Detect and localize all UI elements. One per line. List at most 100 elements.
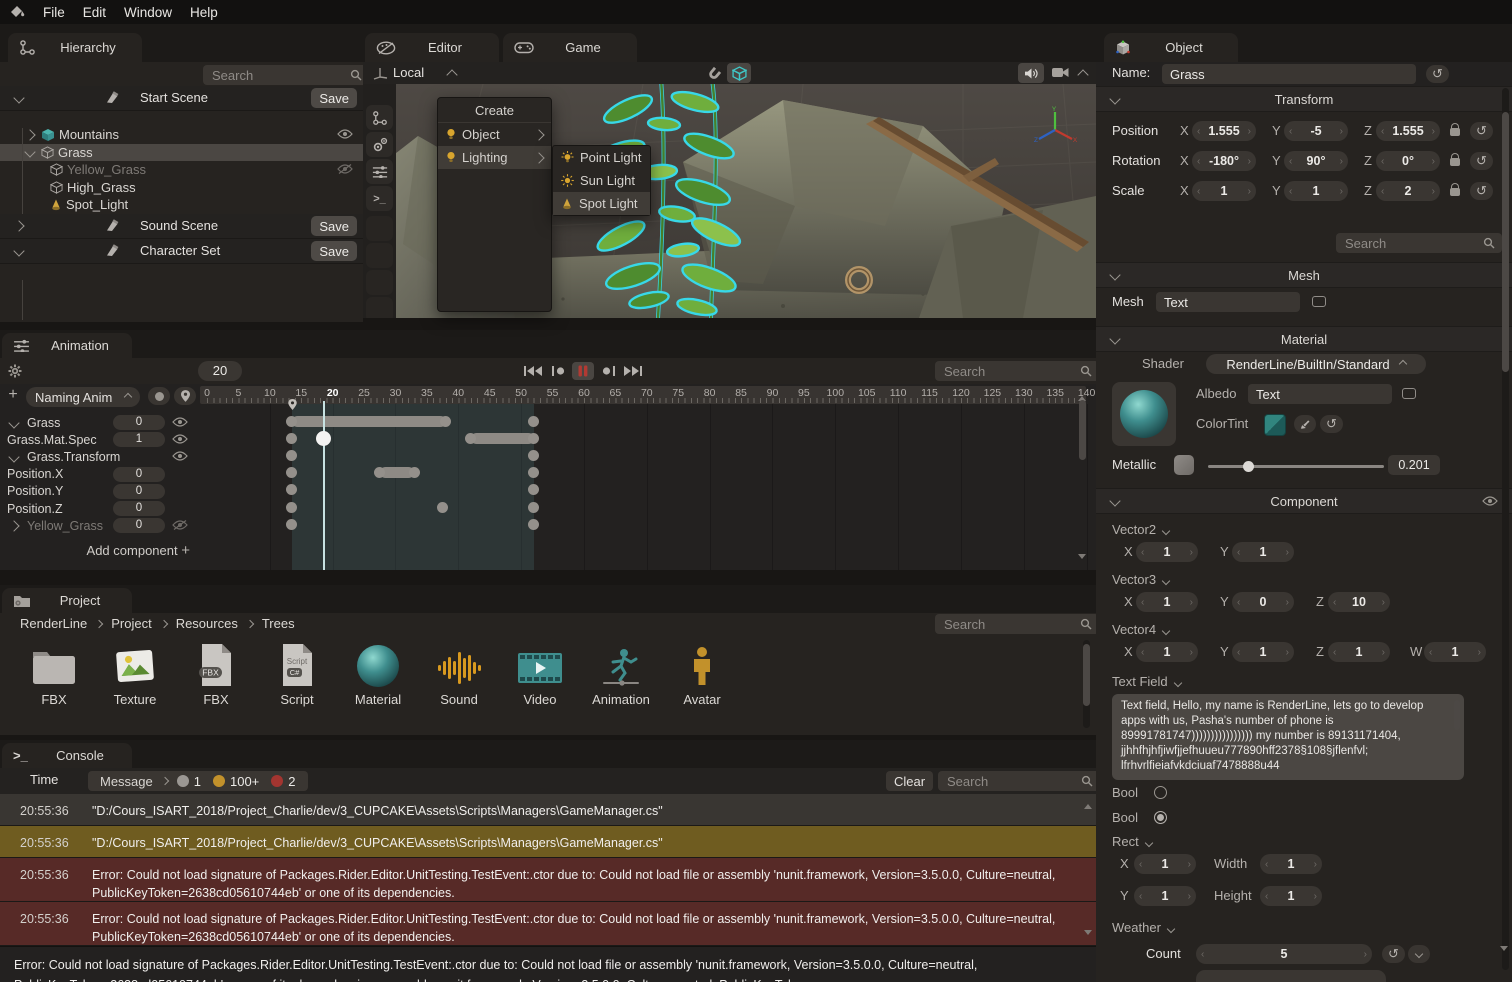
keyframe-dot[interactable] [528,433,539,444]
eye-slash-icon[interactable] [172,520,188,530]
scroll-up-arrow[interactable] [1084,796,1092,804]
current-frame-field[interactable]: 20 [198,361,242,381]
console-search[interactable] [938,771,1096,791]
rect-height-field[interactable]: ‹1› [1260,886,1322,906]
row-reset-button[interactable]: ↺ [1470,122,1493,140]
project-search[interactable] [935,614,1096,634]
eyedropper-button[interactable] [1294,415,1316,433]
shader-dropdown[interactable]: RenderLine/BuiltIn/Standard [1206,354,1426,374]
asset-sound-sound-wave[interactable]: Sound [427,640,491,707]
clear-button[interactable]: Clear [886,771,933,791]
scene-row-character-set[interactable]: Character SetSave [0,239,363,264]
log-count-1[interactable]: 100+ [213,774,259,789]
console-row-log[interactable]: 20:55:36"D:/Cours_ISART_2018/Project_Cha… [0,794,1096,826]
vector4-w-field[interactable]: ‹1› [1424,642,1486,662]
timeline-playhead[interactable] [323,401,325,570]
space-mode-label[interactable]: Local [393,65,424,80]
tab-hierarchy[interactable]: Hierarchy [8,33,142,62]
tree-item-high_grass[interactable]: High_Grass [0,179,363,197]
keyframe-dot[interactable] [286,519,297,530]
hierarchy-search[interactable] [203,65,363,85]
camera-icon[interactable] [1051,66,1070,79]
save-button[interactable]: Save [311,241,357,261]
mesh-field[interactable] [1156,292,1300,312]
eye-icon[interactable] [172,417,188,427]
breadcrumb-item-renderline[interactable]: RenderLine [20,616,87,631]
chevron-down-icon[interactable] [13,92,24,103]
name-reset-button[interactable]: ↺ [1426,65,1449,83]
rect-width-field[interactable]: ‹1› [1260,854,1322,874]
vector4-label[interactable]: Vector4 [1112,622,1169,637]
metallic-value-field[interactable]: 0.201 [1388,455,1440,475]
menu-item-lighting[interactable]: Lighting [438,146,551,169]
rect-y-field[interactable]: ‹1› [1134,886,1196,906]
vector3-label[interactable]: Vector3 [1112,572,1169,587]
transform-rotation-y-field[interactable]: ‹90°› [1284,151,1348,171]
track-value-field[interactable]: 1 [113,432,165,447]
metallic-slider-knob[interactable] [1243,461,1254,472]
chevron-up-icon[interactable] [1077,69,1088,80]
anim-track-grass-mat-spec[interactable]: Grass.Mat.Spec1 [0,431,200,448]
lock-icon[interactable] [1450,188,1460,196]
transform-position-z-field[interactable]: ‹1.555› [1376,121,1440,141]
keyframe-dot[interactable] [437,502,448,513]
tab-animation[interactable]: Animation [2,333,132,358]
transform-section-header[interactable]: Transform [1096,86,1512,112]
gizmo-cube-button[interactable] [727,63,751,83]
count-reset-button[interactable]: ↺ [1382,945,1405,963]
metallic-slider[interactable] [1208,465,1384,468]
menu-item-file[interactable]: File [43,5,65,20]
text-field-label[interactable]: Text Field [1112,674,1181,689]
metallic-texture-thumb[interactable] [1174,455,1194,475]
vector4-z-field[interactable]: ‹1› [1328,642,1390,662]
scroll-down-arrow[interactable] [1084,936,1092,944]
asset-video-video-clip[interactable]: Video [508,640,572,707]
axis-gizmo[interactable]: Y X Z [1032,106,1078,151]
asset-script-script-file[interactable]: ScriptC#Script [265,640,329,707]
tint-reset-button[interactable]: ↺ [1320,415,1343,433]
keyframe-dot[interactable] [528,450,539,461]
albedo-picker-button[interactable] [1402,388,1416,399]
transform-scale-z-field[interactable]: ‹2› [1376,181,1440,201]
transform-rotation-x-field[interactable]: ‹-180°› [1192,151,1256,171]
mesh-picker-button[interactable] [1312,296,1326,307]
project-scrollbar[interactable] [1083,640,1090,728]
asset-material-material-sphere[interactable]: Material [346,640,410,707]
prev-key-button[interactable] [547,362,569,380]
menu-item-window[interactable]: Window [124,5,172,20]
count-expand-button[interactable] [1408,945,1430,963]
lock-icon[interactable] [1450,158,1460,166]
tree-item-spot_light[interactable]: Spot_Light [0,196,363,214]
keyframe-dot[interactable] [528,416,539,427]
tree-item-yellow_grass[interactable]: Yellow_Grass [0,161,363,179]
gears-tool-button[interactable] [366,132,393,157]
log-count-2[interactable]: 2 [271,774,295,789]
breadcrumb-item-project[interactable]: Project [111,616,151,631]
chevron-right-icon[interactable] [24,129,35,140]
inspector-scrollbar[interactable] [1502,88,1509,970]
tab-game[interactable]: Game [503,33,637,62]
component-section-header[interactable]: Component [1096,488,1512,514]
empty-tool-slot[interactable] [366,297,393,318]
vector2-x-field[interactable]: ‹1› [1136,542,1198,562]
empty-tool-slot[interactable] [366,243,393,268]
eye-slash-icon[interactable] [337,164,353,174]
weather-label[interactable]: Weather [1112,920,1174,935]
breadcrumb-item-trees[interactable]: Trees [262,616,295,631]
vector3-z-field[interactable]: ‹10› [1328,592,1390,612]
anim-track-grass-transform[interactable]: Grass.Transform [0,448,200,465]
sliders2-tool-button[interactable] [366,159,393,184]
track-value-field[interactable]: 0 [113,484,165,499]
transform-position-y-field[interactable]: ‹-5› [1284,121,1348,141]
rect-label[interactable]: Rect [1112,834,1152,849]
transform-rotation-z-field[interactable]: ‹0°› [1376,151,1440,171]
skip-end-button[interactable] [622,362,644,380]
tree-item-mountains[interactable]: Mountains [0,126,363,144]
transform-position-x-field[interactable]: ‹1.555› [1192,121,1256,141]
empty-tool-slot[interactable] [366,216,393,241]
breadcrumb-item-resources[interactable]: Resources [176,616,238,631]
text-field-input[interactable]: Text field, Hello, my name is RenderLine… [1112,694,1464,780]
add-component-row[interactable]: Add component + [0,542,190,559]
textarea-scrollbar[interactable] [1454,700,1460,730]
skip-start-button[interactable] [522,362,544,380]
